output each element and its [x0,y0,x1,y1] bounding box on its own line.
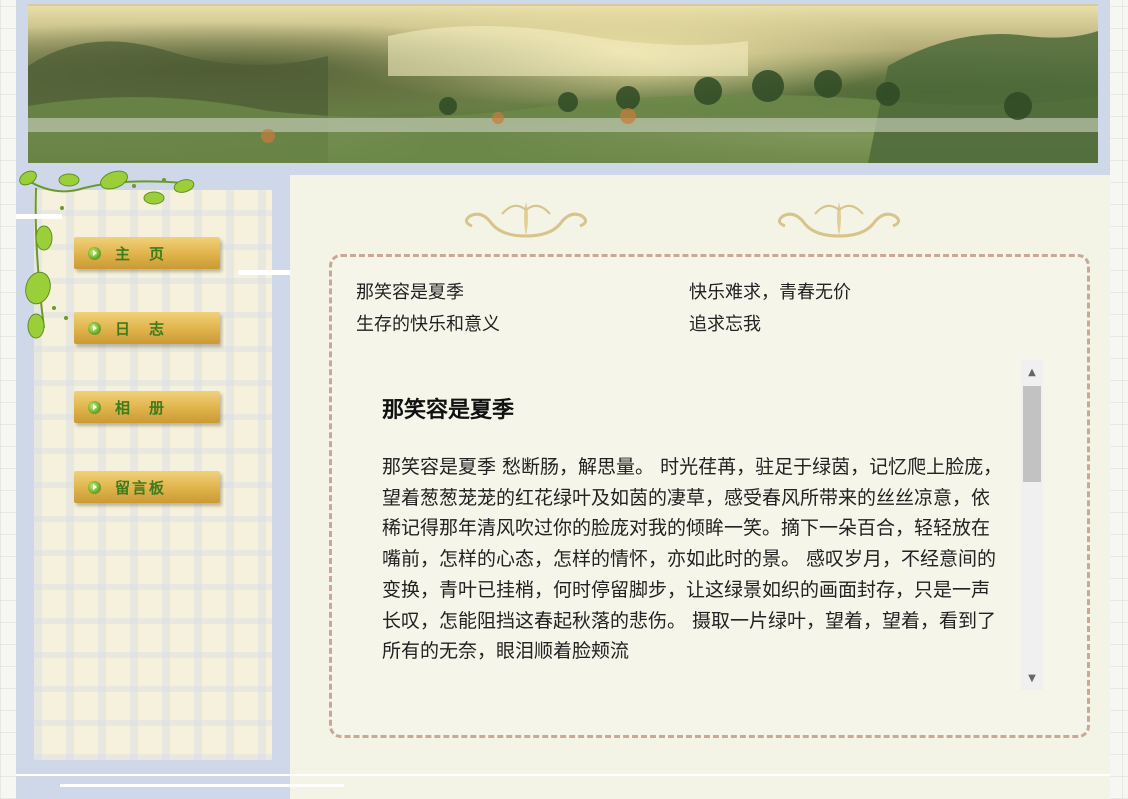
nav-diary-label: 日 志 [115,319,167,338]
scroll-ornament-icon [778,202,900,238]
article-panel: 那笑容是夏季 那笑容是夏季 愁断肠，解思量。 时光荏苒，驻足于绿茵，记忆爬上脸庞… [343,360,1045,690]
header-banner [28,4,1098,163]
scroll-up-arrow-icon[interactable]: ▲ [1021,360,1043,384]
nav-guestbook-button[interactable]: 留言板 [74,471,220,503]
play-bullet-icon [88,246,101,260]
nav-album-button[interactable]: 相 册 [74,391,220,423]
play-bullet-icon [88,400,101,414]
scroll-thumb[interactable] [1023,386,1041,482]
play-bullet-icon [88,480,101,494]
play-bullet-icon [88,321,101,335]
article-title: 那笑容是夏季 [382,398,515,423]
article-link[interactable]: 生存的快乐和意义 [356,310,500,336]
article-link[interactable]: 追求忘我 [689,310,761,336]
nav-home-button[interactable]: 主 页 [74,237,220,269]
divider [60,784,344,787]
divider [16,774,1110,776]
nav-album-label: 相 册 [115,398,167,417]
nav-guestbook-label: 留言板 [115,478,167,497]
article-link[interactable]: 快乐难求，青春无价 [689,278,851,304]
nav-home-label: 主 页 [115,244,167,263]
article-body: 那笑容是夏季 愁断肠，解思量。 时光荏苒，驻足于绿茵，记忆爬上脸庞，望着葱葱茏茏… [382,456,1003,663]
scroll-ornament-icon [465,202,587,238]
article-scrollbar[interactable]: ▲ ▼ [1021,360,1043,690]
article-link[interactable]: 那笑容是夏季 [356,278,464,304]
nav-diary-button[interactable]: 日 志 [74,312,220,344]
landscape-banner-image [28,26,1098,163]
divider [16,214,62,219]
scroll-down-arrow-icon[interactable]: ▼ [1021,666,1043,690]
